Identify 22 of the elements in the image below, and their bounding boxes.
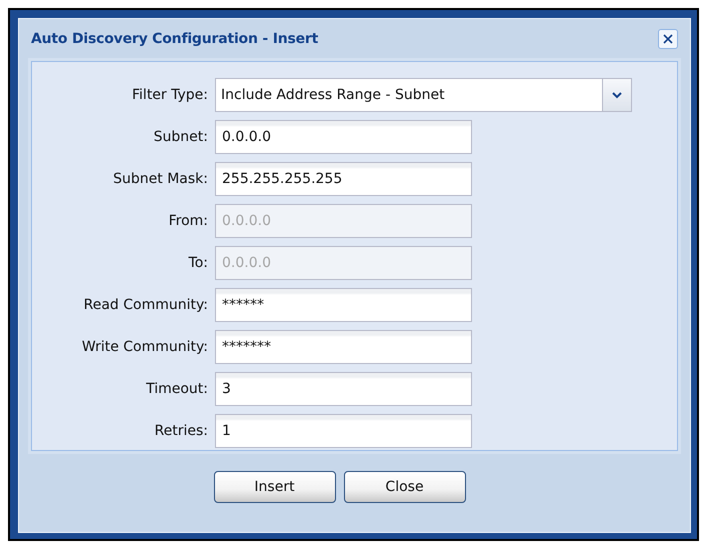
field-label: Timeout: xyxy=(146,381,208,397)
field-label: Filter Type: xyxy=(132,87,208,103)
field-label: Retries: xyxy=(154,423,208,439)
input-field[interactable]: 0.0.0.0 xyxy=(215,120,472,154)
field-label: From: xyxy=(168,213,208,229)
input-field[interactable]: 1 xyxy=(215,414,472,448)
close-dialog-button[interactable]: Close xyxy=(344,471,466,503)
field-label: Subnet: xyxy=(154,129,208,145)
filter-type-dropdown[interactable]: Include Address Range - Subnet xyxy=(215,78,632,112)
close-icon xyxy=(662,33,674,45)
input-field[interactable]: 3 xyxy=(215,372,472,406)
input-field[interactable]: ******* xyxy=(215,330,472,364)
caret-icon xyxy=(612,92,622,98)
field-label: To: xyxy=(188,255,208,271)
input-field[interactable]: ****** xyxy=(215,288,472,322)
field-label: Write Community: xyxy=(82,339,208,355)
field-label: Read Community: xyxy=(84,297,208,313)
close-button[interactable] xyxy=(658,29,678,49)
field-label: Subnet Mask: xyxy=(113,171,208,187)
dialog-title: Auto Discovery Configuration - Insert xyxy=(31,31,318,47)
input-field[interactable]: 255.255.255.255 xyxy=(215,162,472,196)
insert-button[interactable]: Insert xyxy=(214,471,336,503)
